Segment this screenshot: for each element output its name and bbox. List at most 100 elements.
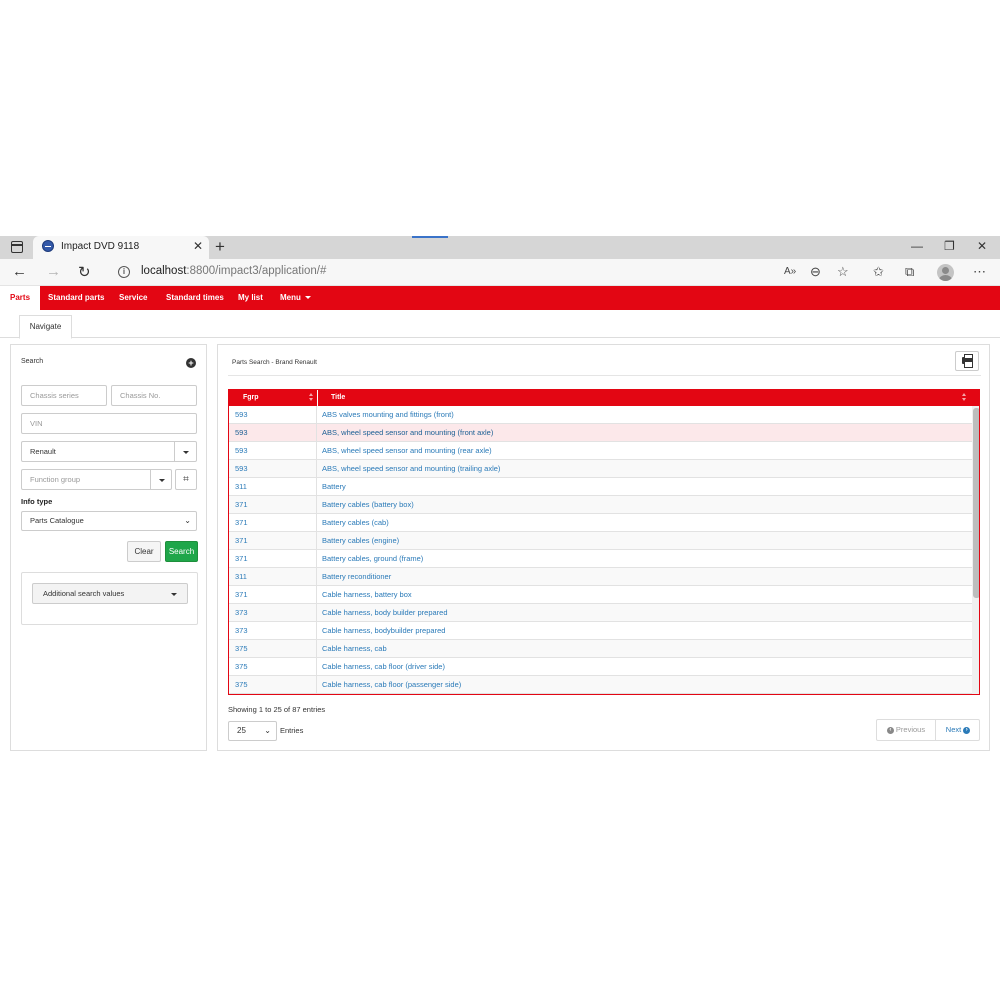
row-title-link[interactable]: Cable harness, bodybuilder prepared [322, 622, 445, 640]
results-panel: Parts Search - Brand Renault Fgrp Title … [217, 344, 990, 751]
row-fgrp-link[interactable]: 371 [235, 496, 248, 514]
row-title-link[interactable]: Battery [322, 478, 346, 496]
table-scrollbar[interactable] [972, 406, 979, 694]
row-fgrp-link[interactable]: 371 [235, 532, 248, 550]
row-title-link[interactable]: Cable harness, body builder prepared [322, 604, 448, 622]
table-row[interactable]: 371 Battery cables, ground (frame) [229, 550, 972, 568]
function-group-input[interactable]: Function group [21, 469, 151, 490]
window-icon[interactable] [11, 241, 23, 253]
row-fgrp-link[interactable]: 371 [235, 586, 248, 604]
table-row[interactable]: 371 Battery cables (cab) [229, 514, 972, 532]
scrollbar-thumb[interactable] [973, 408, 979, 598]
row-title-link[interactable]: ABS, wheel speed sensor and mounting (re… [322, 442, 492, 460]
chassis-series-input[interactable]: Chassis series [21, 385, 107, 406]
divider [228, 375, 981, 376]
arrow-right-icon[interactable]: → [46, 263, 61, 280]
table-row[interactable]: 373 Cable harness, body builder prepared [229, 604, 972, 622]
next-button[interactable]: Next › [936, 720, 980, 740]
ellipsis-icon[interactable]: ⋯ [973, 264, 986, 280]
table-row[interactable]: 375 Cable harness, cab floor (driver side… [229, 658, 972, 676]
row-fgrp-link[interactable]: 371 [235, 550, 248, 568]
table-row[interactable]: 593 ABS, wheel speed sensor and mounting … [229, 442, 972, 460]
url-field[interactable]: localhost:8800/impact3/application/# [141, 265, 326, 277]
table-row[interactable]: 593 ABS, wheel speed sensor and mounting … [229, 424, 972, 442]
row-title-link[interactable]: Battery reconditioner [322, 568, 391, 586]
row-title-link[interactable]: ABS, wheel speed sensor and mounting (tr… [322, 460, 500, 478]
table-row[interactable]: 311 Battery reconditioner [229, 568, 972, 586]
plus-icon[interactable]: + [215, 237, 225, 257]
collections-icon[interactable]: ⧉ [905, 264, 914, 280]
restore-icon[interactable]: ❐ [944, 239, 955, 253]
browser-tab-active[interactable]: Impact DVD 9118 ✕ [33, 236, 209, 259]
row-title-link[interactable]: ABS, wheel speed sensor and mounting (fr… [322, 424, 493, 442]
nav-standard-parts[interactable]: Standard parts [48, 286, 104, 310]
table-row[interactable]: 593 ABS valves mounting and fittings (fro… [229, 406, 972, 424]
additional-search-values-button[interactable]: Additional search values [32, 583, 188, 604]
table-row[interactable]: 371 Cable harness, battery box [229, 586, 972, 604]
window-close-icon[interactable]: ✕ [977, 239, 987, 253]
row-fgrp-link[interactable]: 373 [235, 604, 248, 622]
close-icon[interactable]: ✕ [193, 239, 203, 253]
vin-input[interactable]: VIN [21, 413, 197, 434]
zoom-icon[interactable]: ⊖ [810, 264, 821, 280]
column-divider [316, 442, 317, 460]
nav-my-list[interactable]: My list [238, 286, 263, 310]
previous-button[interactable]: ‹ Previous [877, 720, 936, 740]
favorites-icon[interactable]: ✩ [873, 264, 884, 280]
read-aloud-icon[interactable]: A» [784, 266, 796, 277]
scan-icon[interactable]: ⌗ [175, 469, 197, 490]
row-title-link[interactable]: Battery cables (battery box) [322, 496, 414, 514]
row-title-link[interactable]: Cable harness, cab floor (driver side) [322, 658, 445, 676]
row-title-link[interactable]: Battery cables (cab) [322, 514, 389, 532]
avatar-icon[interactable] [937, 264, 954, 281]
table-row[interactable]: 375 Cable harness, cab [229, 640, 972, 658]
refresh-icon[interactable]: ↻ [78, 263, 91, 281]
row-title-link[interactable]: Cable harness, cab [322, 640, 387, 658]
table-row[interactable]: 371 Battery cables (battery box) [229, 496, 972, 514]
table-row[interactable]: 311 Battery [229, 478, 972, 496]
table-row[interactable]: 371 Battery cables (engine) [229, 532, 972, 550]
star-plus-icon[interactable]: ☆ [837, 264, 849, 280]
page-length-select[interactable]: 25 ⌄ [228, 721, 277, 741]
clear-button[interactable]: Clear [127, 541, 161, 562]
row-fgrp-link[interactable]: 593 [235, 460, 248, 478]
nav-menu[interactable]: Menu [280, 286, 311, 310]
arrow-left-icon[interactable]: ← [12, 263, 27, 280]
print-button[interactable] [955, 351, 979, 371]
column-header-fgrp[interactable]: Fgrp [243, 390, 259, 406]
column-header-title[interactable]: Title [331, 390, 345, 406]
table-row[interactable]: 375 Cable harness, cab floor (passenger s… [229, 676, 972, 694]
row-fgrp-link[interactable]: 593 [235, 442, 248, 460]
row-title-link[interactable]: Battery cables, ground (frame) [322, 550, 423, 568]
function-group-dropdown-button[interactable] [150, 469, 172, 490]
table-row[interactable]: 373 Cable harness, bodybuilder prepared [229, 622, 972, 640]
brand-dropdown-button[interactable] [174, 441, 197, 462]
minimize-icon[interactable]: — [911, 239, 923, 253]
nav-service[interactable]: Service [119, 286, 147, 310]
brand-select[interactable]: Renault [21, 441, 175, 462]
row-fgrp-link[interactable]: 375 [235, 640, 248, 658]
chassis-no-input[interactable]: Chassis No. [111, 385, 197, 406]
row-title-link[interactable]: Battery cables (engine) [322, 532, 399, 550]
row-fgrp-link[interactable]: 371 [235, 514, 248, 532]
row-fgrp-link[interactable]: 311 [235, 478, 247, 496]
table-row[interactable]: 593 ABS, wheel speed sensor and mounting … [229, 460, 972, 478]
add-circle-icon[interactable]: + [186, 358, 196, 368]
row-fgrp-link[interactable]: 593 [235, 424, 248, 442]
row-title-link[interactable]: ABS valves mounting and fittings (front) [322, 406, 454, 424]
row-fgrp-link[interactable]: 375 [235, 658, 248, 676]
nav-standard-times[interactable]: Standard times [166, 286, 224, 310]
sort-icon[interactable] [962, 393, 967, 403]
row-fgrp-link[interactable]: 373 [235, 622, 248, 640]
tab-navigate[interactable]: Navigate [19, 315, 72, 339]
search-button[interactable]: Search [165, 541, 198, 562]
row-fgrp-link[interactable]: 311 [235, 568, 247, 586]
nav-parts[interactable]: Parts [0, 286, 41, 310]
row-fgrp-link[interactable]: 375 [235, 676, 248, 694]
info-icon[interactable]: i [118, 266, 130, 278]
row-fgrp-link[interactable]: 593 [235, 406, 248, 424]
row-title-link[interactable]: Cable harness, battery box [322, 586, 412, 604]
info-type-select[interactable]: Parts Catalogue ⌄ [21, 511, 197, 531]
sort-icon[interactable] [309, 393, 314, 403]
row-title-link[interactable]: Cable harness, cab floor (passenger side… [322, 676, 461, 694]
